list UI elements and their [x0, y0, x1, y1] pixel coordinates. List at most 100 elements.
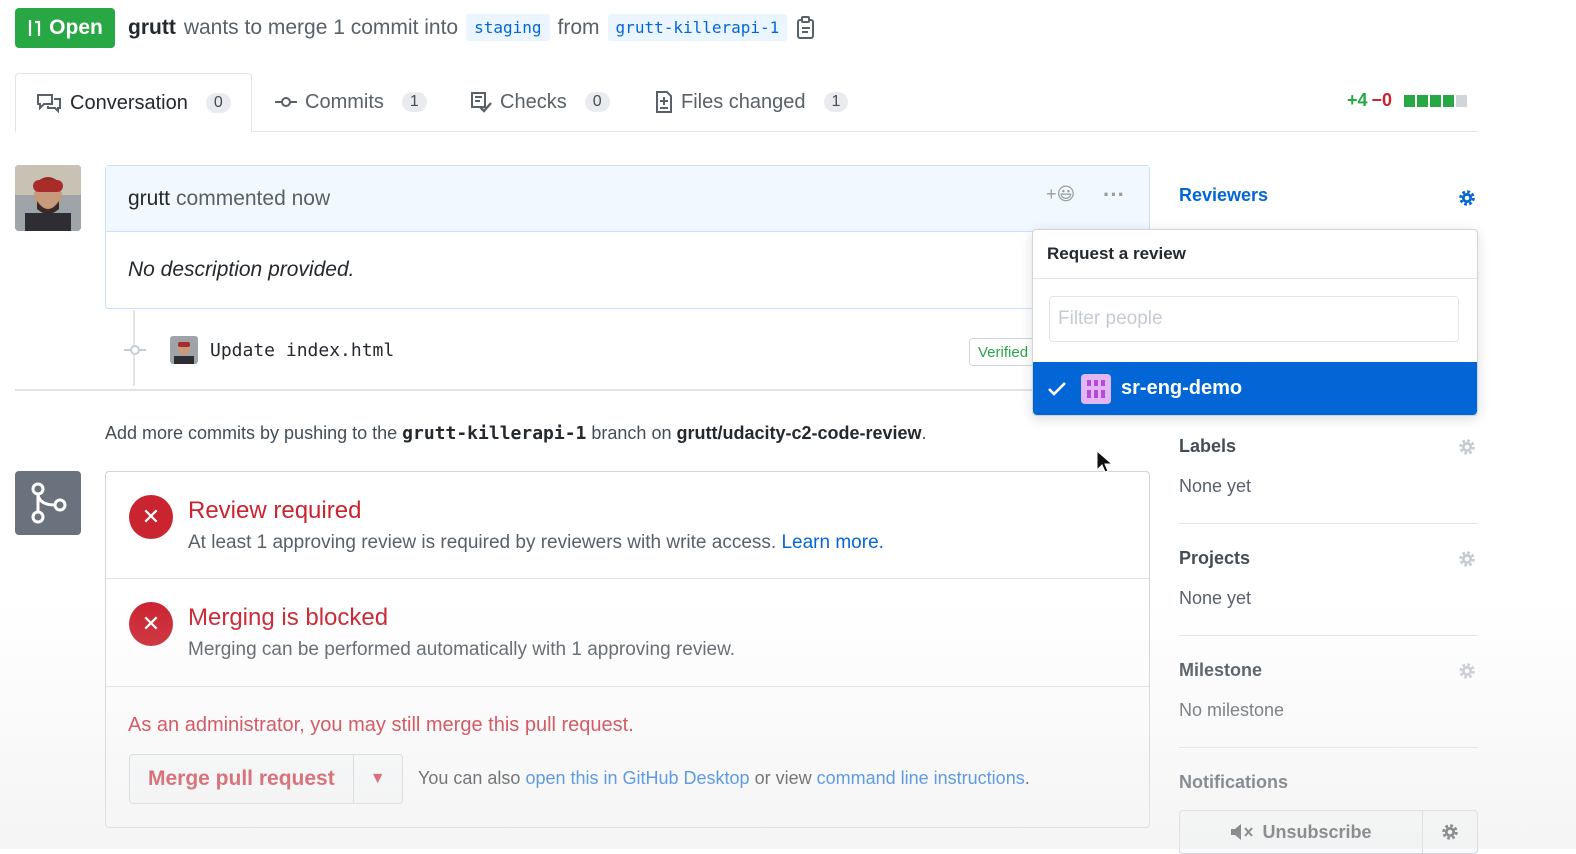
commit-message[interactable]: Update index.html [210, 340, 394, 361]
merge-method-dropdown[interactable]: ▼ [354, 755, 402, 803]
add-more-repo: grutt/udacity-c2-code-review [676, 423, 922, 443]
sidebar-divider [1179, 635, 1478, 636]
unsubscribe-button[interactable]: Unsubscribe [1180, 811, 1423, 853]
head-branch[interactable]: grutt-killerapi-1 [607, 14, 788, 41]
diffstat-blocks [1402, 94, 1468, 107]
popup-divider [1033, 278, 1477, 279]
reviewers-gear-icon[interactable] [1456, 187, 1478, 209]
diffstat-block [1443, 94, 1455, 107]
comment-box: grutt commented now +😃 ··· No descriptio… [105, 165, 1150, 309]
x-circle-icon: ✕ [129, 495, 173, 539]
merge-alternatives-text: You can also open this in GitHub Desktop… [418, 768, 1030, 789]
diffstat-block [1456, 94, 1468, 107]
more-options-icon[interactable]: ··· [1103, 182, 1125, 208]
mute-icon [1231, 824, 1254, 840]
pr-meta: grutt wants to merge 1 commit into stagi… [128, 14, 817, 41]
tab-commits-count: 1 [401, 92, 427, 112]
also-prefix: You can also [418, 768, 521, 788]
tab-checks[interactable]: Checks 0 [470, 73, 610, 131]
team-avatar [1081, 373, 1111, 404]
admin-note: As an administrator, you may still merge… [128, 714, 634, 736]
tab-commits-label: Commits [305, 90, 384, 113]
status-badge: Open [15, 8, 115, 48]
unsubscribe-button-group: Unsubscribe [1179, 810, 1478, 854]
diffstat-deletions: −0 [1371, 90, 1393, 110]
unsubscribe-label: Unsubscribe [1262, 821, 1372, 842]
merge-status-icon [15, 471, 81, 535]
review-required-desc: At least 1 approving review is required … [188, 532, 777, 553]
pr-wants-text: wants to merge 1 commit into [183, 15, 459, 39]
review-required-section: ✕ Review required At least 1 approving r… [106, 472, 1149, 579]
command-line-instructions-link[interactable]: command line instructions [817, 768, 1025, 788]
filter-people-input[interactable] [1049, 296, 1459, 342]
merging-blocked-title: Merging is blocked [188, 604, 389, 631]
gear-icon [1442, 824, 1458, 840]
from-text: from [557, 15, 600, 39]
labels-gear-icon[interactable] [1456, 436, 1478, 458]
check-icon [1048, 381, 1066, 396]
add-more-prefix: Add more commits by pushing to the [105, 423, 398, 443]
mouse-cursor-icon [1096, 450, 1112, 473]
tab-commits[interactable]: Commits 1 [275, 73, 427, 131]
projects-heading[interactable]: Projects [1179, 548, 1250, 569]
tab-files-changed[interactable]: Files changed 1 [655, 73, 849, 131]
review-required-text: At least 1 approving review is required … [188, 532, 884, 554]
projects-gear-icon[interactable] [1456, 548, 1478, 570]
notifications-heading: Notifications [1179, 772, 1289, 792]
sidebar-divider [1179, 747, 1478, 748]
comment-timestamp: commented now [176, 186, 331, 210]
reviewer-option-selected[interactable]: sr-eng-demo [1033, 362, 1477, 415]
or-view-text: or view [754, 768, 812, 788]
pr-author[interactable]: grutt [128, 16, 176, 40]
tab-checks-count: 0 [584, 92, 610, 112]
x-circle-icon: ✕ [129, 602, 173, 646]
tab-files-changed-label: Files changed [681, 90, 806, 113]
tab-conversation-count: 0 [205, 93, 231, 113]
comment-discussion-icon [37, 94, 61, 114]
file-diff-icon [656, 91, 672, 113]
git-merge-icon [31, 482, 67, 524]
milestone-gear-icon[interactable] [1456, 660, 1478, 682]
request-review-popup: Request a review sr-eng-demo [1032, 229, 1478, 416]
also-suffix: . [1024, 768, 1030, 788]
clipboard-icon[interactable] [795, 15, 817, 40]
checklist-icon [471, 92, 492, 113]
tab-files-changed-count: 1 [823, 92, 849, 112]
diffstat-block [1430, 94, 1442, 107]
merging-blocked-text: Merging can be performed automatically w… [188, 639, 736, 660]
comment-author[interactable]: grutt [128, 187, 170, 211]
team-name: sr-eng-demo [1121, 377, 1243, 399]
add-more-commits-text: Add more commits by pushing to the grutt… [105, 423, 927, 444]
diffstat-additions: +4 [1347, 90, 1368, 110]
tab-bar: Conversation 0 Commits 1 Checks 0 Files … [15, 73, 1478, 133]
learn-more-link[interactable]: Learn more. [781, 532, 883, 553]
merging-blocked-section: ✕ Merging is blocked Merging can be perf… [106, 579, 1149, 687]
merge-pull-request-button[interactable]: Merge pull request [130, 755, 354, 803]
tab-conversation-label: Conversation [70, 91, 188, 114]
github-desktop-link[interactable]: open this in GitHub Desktop [525, 768, 749, 788]
diffstat-block [1417, 94, 1429, 107]
reviewers-heading[interactable]: Reviewers [1179, 185, 1268, 206]
commit-author-avatar[interactable] [170, 336, 198, 364]
git-pull-request-icon [29, 20, 41, 36]
tab-conversation[interactable]: Conversation 0 [15, 73, 252, 133]
review-required-title: Review required [188, 497, 362, 524]
notification-settings-button[interactable] [1423, 811, 1477, 853]
tab-checks-label: Checks [500, 90, 567, 113]
base-branch[interactable]: staging [466, 14, 550, 41]
add-more-mid: branch on [591, 423, 672, 443]
status-label: Open [49, 16, 103, 39]
verified-badge[interactable]: Verified [969, 338, 1038, 366]
labels-value: None yet [1179, 476, 1252, 496]
popup-title: Request a review [1047, 244, 1186, 263]
add-reaction-icon[interactable]: +😃 [1046, 184, 1075, 205]
add-more-suffix: . [921, 423, 927, 443]
milestone-value: No milestone [1179, 700, 1285, 720]
labels-heading[interactable]: Labels [1179, 436, 1236, 457]
diffstat-block [1404, 94, 1416, 107]
author-avatar[interactable] [15, 165, 81, 231]
projects-value: None yet [1179, 588, 1252, 608]
add-more-branch: grutt-killerapi-1 [402, 423, 587, 444]
sidebar-divider [1179, 523, 1478, 524]
milestone-heading[interactable]: Milestone [1179, 660, 1262, 681]
